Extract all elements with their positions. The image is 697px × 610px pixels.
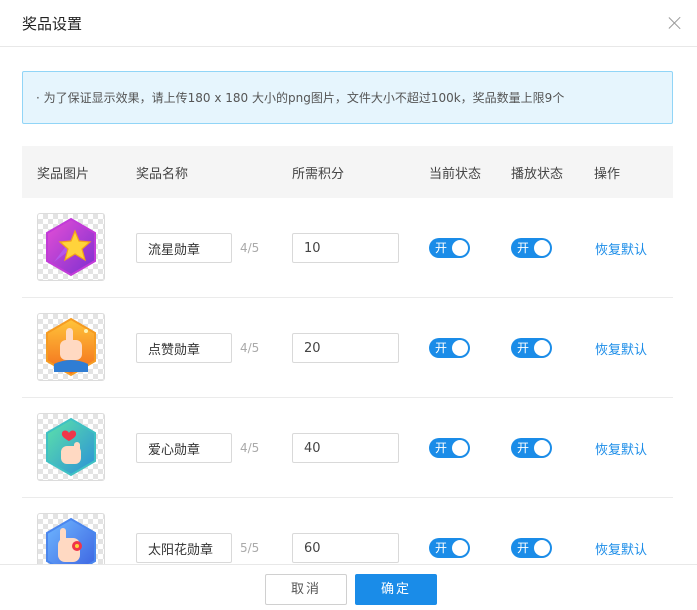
char-counter: 5/5	[240, 541, 260, 555]
dialog-footer: 取消 确定	[0, 564, 697, 610]
prize-name-input[interactable]	[136, 433, 232, 463]
close-icon[interactable]	[668, 16, 682, 30]
header-image: 奖品图片	[37, 167, 90, 182]
finger-heart-badge-icon	[46, 417, 96, 477]
header-points: 所需积分	[292, 167, 345, 182]
table-row: 4/5 开 开 恢复默认	[22, 398, 673, 498]
header-play-status: 播放状态	[511, 167, 564, 182]
prize-name-input[interactable]	[136, 233, 232, 263]
prize-table: 奖品图片 奖品名称 所需积分 当前状态 播放状态 操作 4/5 开	[22, 146, 673, 564]
status-toggle[interactable]: 开	[429, 238, 470, 258]
toggle-knob	[452, 540, 468, 556]
toggle-label: 开	[517, 541, 530, 555]
status-toggle[interactable]: 开	[429, 538, 470, 558]
toggle-knob	[534, 440, 550, 456]
prize-image[interactable]	[37, 413, 105, 481]
toggle-label: 开	[517, 341, 530, 355]
prize-image[interactable]	[37, 213, 105, 281]
toggle-knob	[452, 440, 468, 456]
header-name: 奖品名称	[136, 167, 189, 182]
play-status-toggle[interactable]: 开	[511, 538, 552, 558]
restore-default-link[interactable]: 恢复默认	[595, 339, 647, 358]
toggle-knob	[534, 540, 550, 556]
points-input[interactable]	[292, 433, 399, 463]
sunflower-hand-badge-icon	[46, 517, 96, 564]
notice-text: · 为了保证显示效果，请上传180 x 180 大小的png图片，文件大小不超过…	[36, 91, 565, 105]
char-counter: 4/5	[240, 241, 260, 255]
table-header: 奖品图片 奖品名称 所需积分 当前状态 播放状态 操作	[22, 146, 673, 198]
prize-name-input[interactable]	[136, 333, 232, 363]
header-actions: 操作	[594, 167, 621, 182]
toggle-knob	[452, 340, 468, 356]
prize-name-input[interactable]	[136, 533, 232, 563]
header-status: 当前状态	[429, 167, 482, 182]
table-row: 4/5 开 开 恢复默认	[22, 298, 673, 398]
scrollbar[interactable]	[693, 48, 696, 562]
toggle-label: 开	[435, 441, 448, 455]
play-status-toggle[interactable]: 开	[511, 238, 552, 258]
status-toggle[interactable]: 开	[429, 338, 470, 358]
restore-default-link[interactable]: 恢复默认	[595, 439, 647, 458]
restore-default-link[interactable]: 恢复默认	[595, 539, 647, 558]
toggle-label: 开	[517, 241, 530, 255]
toggle-knob	[534, 240, 550, 256]
restore-default-link[interactable]: 恢复默认	[595, 239, 647, 258]
toggle-label: 开	[435, 341, 448, 355]
play-status-toggle[interactable]: 开	[511, 338, 552, 358]
prize-image[interactable]	[37, 313, 105, 381]
prize-image[interactable]	[37, 513, 105, 564]
points-input[interactable]	[292, 533, 399, 563]
play-status-toggle[interactable]: 开	[511, 438, 552, 458]
char-counter: 4/5	[240, 341, 260, 355]
confirm-button[interactable]: 确定	[355, 574, 437, 605]
table-row: 4/5 开 开 恢复默认	[22, 198, 673, 298]
points-input[interactable]	[292, 233, 399, 263]
cancel-button[interactable]: 取消	[265, 574, 347, 605]
status-toggle[interactable]: 开	[429, 438, 470, 458]
toggle-label: 开	[435, 241, 448, 255]
toggle-label: 开	[435, 541, 448, 555]
toggle-label: 开	[517, 441, 530, 455]
points-input[interactable]	[292, 333, 399, 363]
table-row: 5/5 开 开 恢复默认	[22, 498, 673, 564]
shooting-star-badge-icon	[46, 217, 96, 277]
toggle-knob	[452, 240, 468, 256]
toggle-knob	[534, 340, 550, 356]
thumbs-up-badge-icon	[46, 317, 96, 377]
dialog-header: 奖品设置	[0, 0, 697, 47]
char-counter: 4/5	[240, 441, 260, 455]
notice-banner: · 为了保证显示效果，请上传180 x 180 大小的png图片，文件大小不超过…	[22, 71, 673, 124]
dialog-title: 奖品设置	[22, 15, 83, 33]
